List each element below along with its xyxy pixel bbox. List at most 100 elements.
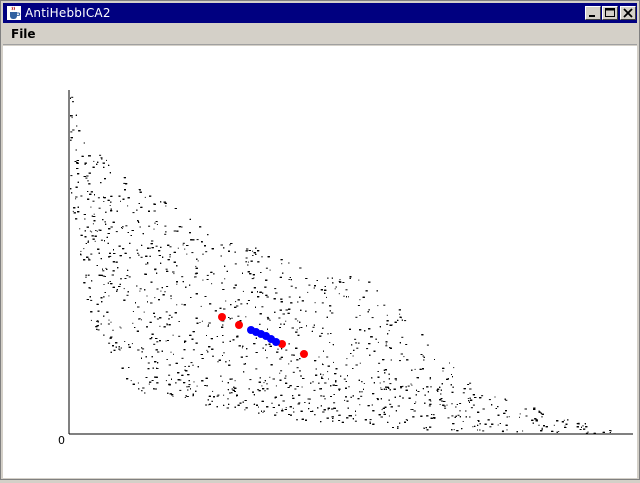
scatter-point xyxy=(359,362,361,364)
scatter-point xyxy=(564,427,567,428)
scatter-point xyxy=(313,389,316,391)
minimize-button[interactable] xyxy=(585,6,601,20)
scatter-point xyxy=(164,233,167,235)
maximize-button[interactable] xyxy=(602,6,618,20)
scatter-point xyxy=(141,244,143,246)
scatter-point xyxy=(294,388,297,390)
scatter-point xyxy=(329,342,331,343)
scatter-point xyxy=(243,363,245,365)
scatter-point xyxy=(167,340,169,341)
scatter-point xyxy=(138,221,140,223)
scatter-point xyxy=(94,240,96,242)
scatter-point xyxy=(437,390,439,392)
scatter-point xyxy=(429,426,432,428)
scatter-point xyxy=(297,334,300,336)
scatter-point xyxy=(119,326,121,328)
scatter-point xyxy=(222,335,224,336)
scatter-point xyxy=(117,267,119,269)
scatter-point xyxy=(140,319,142,321)
menu-file[interactable]: File xyxy=(11,27,36,41)
scatter-point xyxy=(71,96,74,98)
scatter-point xyxy=(188,365,190,367)
scatter-point xyxy=(329,310,331,312)
scatter-point xyxy=(388,373,390,375)
scatter-point xyxy=(98,274,101,276)
scatter-point xyxy=(119,349,121,351)
scatter-point xyxy=(177,247,179,249)
scatter-point xyxy=(110,210,113,212)
scatter-point xyxy=(105,267,107,269)
scatter-point xyxy=(102,270,105,272)
scatter-point xyxy=(322,363,323,365)
scatter-point xyxy=(224,278,226,280)
scatter-point xyxy=(297,403,300,405)
scatter-point xyxy=(212,390,214,392)
scatter-point xyxy=(253,287,256,289)
scatter-point xyxy=(389,383,392,385)
scatter-point xyxy=(291,327,294,329)
scatter-point xyxy=(395,379,397,381)
menu-bar: File xyxy=(3,24,637,45)
scatter-point xyxy=(293,354,295,356)
scatter-point xyxy=(357,305,360,306)
scatter-point xyxy=(183,304,186,306)
scatter-point xyxy=(397,427,399,429)
scatter-point xyxy=(322,395,325,397)
scatter-point xyxy=(314,414,316,416)
scatter-point xyxy=(269,269,271,271)
scatter-point xyxy=(170,351,172,353)
scatter-point xyxy=(127,197,130,199)
scatter-point xyxy=(290,302,293,304)
scatter-point xyxy=(292,371,295,373)
scatter-point xyxy=(497,406,499,408)
scatter-point xyxy=(477,429,478,431)
scatter-point xyxy=(300,327,303,328)
scatter-point xyxy=(524,408,527,410)
scatter-point xyxy=(229,318,231,320)
scatter-point xyxy=(442,404,445,406)
scatter-point xyxy=(497,424,499,426)
scatter-point xyxy=(383,304,386,306)
scatter-point xyxy=(257,250,260,252)
title-bar[interactable]: AntiHebbICA2 xyxy=(3,3,637,23)
scatter-point xyxy=(299,358,301,360)
scatter-point xyxy=(472,394,475,396)
scatter-point xyxy=(503,412,506,414)
scatter-point xyxy=(296,419,298,421)
scatter-point xyxy=(90,191,93,193)
scatter-point xyxy=(89,296,91,298)
scatter-point xyxy=(320,373,322,375)
scatter-point xyxy=(151,240,154,242)
scatter-point xyxy=(91,231,93,233)
scatter-point xyxy=(228,360,230,362)
scatter-point xyxy=(100,239,103,241)
scatter-point xyxy=(469,382,472,384)
scatter-point xyxy=(318,356,320,358)
scatter-point xyxy=(368,328,371,330)
scatter-point xyxy=(137,382,139,384)
scatter-point xyxy=(147,368,150,370)
scatter-point xyxy=(352,355,354,357)
scatter-point xyxy=(208,346,211,348)
close-button[interactable] xyxy=(620,6,636,20)
scatter-point xyxy=(267,318,270,320)
scatter-point xyxy=(326,296,327,298)
scatter-point xyxy=(193,381,195,383)
scatter-point xyxy=(229,340,231,342)
scatter-point xyxy=(211,400,213,402)
scatter-point xyxy=(93,213,95,215)
scatter-point xyxy=(462,421,464,422)
scatter-point xyxy=(355,364,358,366)
scatter-point xyxy=(168,314,171,316)
scatter-point xyxy=(278,317,281,319)
scatter-point xyxy=(439,404,441,405)
plot-canvas[interactable]: 0 xyxy=(3,46,637,478)
scatter-point xyxy=(280,259,283,261)
scatter-point xyxy=(249,273,252,275)
scatter-point xyxy=(365,290,368,292)
scatter-point xyxy=(433,414,435,416)
scatter-point xyxy=(488,399,491,401)
scatter-point xyxy=(234,380,236,382)
scatter-point xyxy=(453,367,455,369)
scatter-point xyxy=(474,425,476,427)
